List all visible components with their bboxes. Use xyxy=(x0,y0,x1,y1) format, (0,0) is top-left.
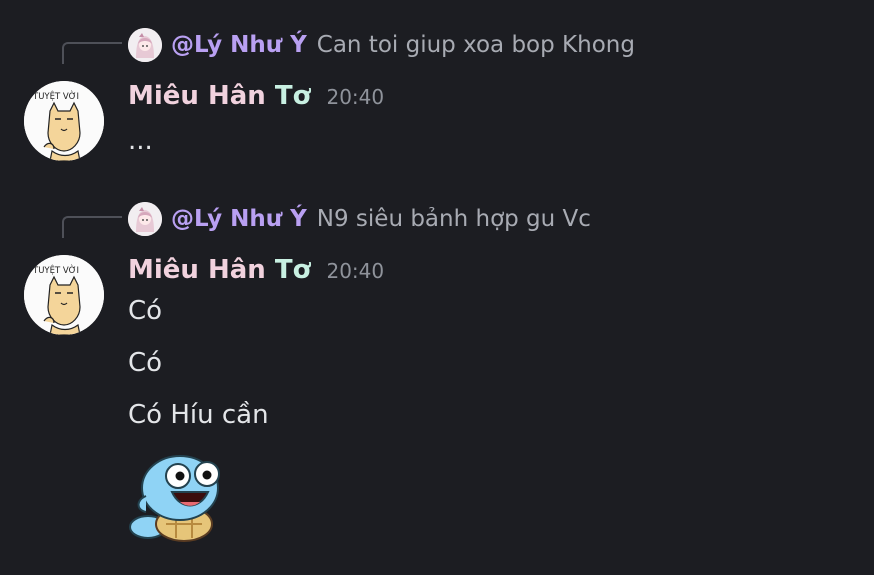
author-name[interactable]: Miêu Hân Tơ xyxy=(128,81,310,111)
avatar-caption: TUYỆT VỜI xyxy=(32,90,79,102)
squirtle-sticker[interactable] xyxy=(128,452,226,542)
reply-spine xyxy=(62,216,122,238)
timestamp[interactable]: 20:40 xyxy=(326,259,384,283)
message-header: Miêu Hân Tơ 20:40 xyxy=(128,255,384,289)
reply-username[interactable]: @Lý Như Ý xyxy=(171,32,307,58)
message-header: Miêu Hân Tơ 20:40 xyxy=(128,81,384,115)
reply-spine xyxy=(62,42,122,64)
reply-avatar[interactable] xyxy=(128,28,162,62)
avatar[interactable]: TUYỆT VỜI xyxy=(24,81,104,161)
author-name-first[interactable]: Miêu Hân xyxy=(128,255,266,285)
author-name-last[interactable]: Tơ xyxy=(275,255,311,285)
reply-avatar[interactable] xyxy=(128,202,162,236)
avatar-caption: TUYỆT VỜI xyxy=(32,264,79,276)
reply-username[interactable]: @Lý Như Ý xyxy=(171,206,307,232)
avatar[interactable]: TUYỆT VỜI xyxy=(24,255,104,335)
author-name-first[interactable]: Miêu Hân xyxy=(128,81,266,111)
message-line: ... xyxy=(128,126,153,156)
reply-text[interactable]: Can toi giup xoa bop Khong xyxy=(317,32,635,58)
author-name[interactable]: Miêu Hân Tơ xyxy=(128,255,310,285)
author-name-last[interactable]: Tơ xyxy=(275,81,311,111)
message-line: Có Híu cần xyxy=(128,400,269,430)
reply-preview[interactable]: @Lý Như Ý N9 siêu bảnh hợp gu Vc xyxy=(128,201,591,237)
timestamp[interactable]: 20:40 xyxy=(326,85,384,109)
message-line: Có xyxy=(128,348,163,378)
reply-preview[interactable]: @Lý Như Ý Can toi giup xoa bop Khong xyxy=(128,27,635,63)
message-line: Có xyxy=(128,296,163,326)
reply-text[interactable]: N9 siêu bảnh hợp gu Vc xyxy=(317,206,591,232)
